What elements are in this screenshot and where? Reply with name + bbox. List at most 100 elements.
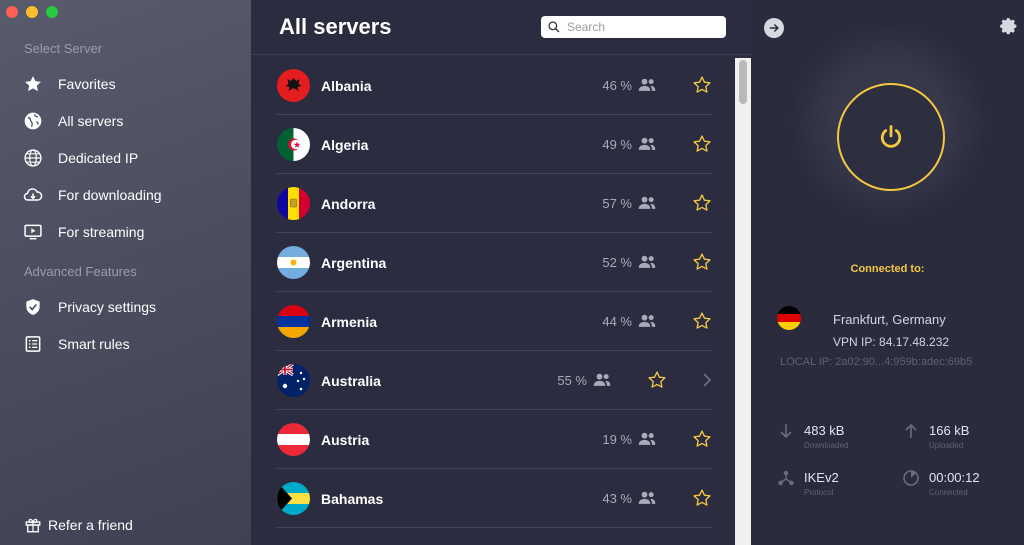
country-name: Bahamas xyxy=(321,491,384,507)
cloud-download-icon xyxy=(22,184,44,206)
argentina-flag-icon xyxy=(277,246,310,279)
users-icon xyxy=(638,78,656,91)
favorite-star-icon[interactable] xyxy=(692,488,712,508)
scrollbar-thumb[interactable] xyxy=(739,60,747,104)
server-load: 52 % xyxy=(602,255,632,270)
sidebar-item-label: Favorites xyxy=(58,76,116,92)
gear-icon[interactable] xyxy=(999,17,1019,37)
timer-icon xyxy=(903,470,919,486)
sidebar: Select Server Favorites All servers Dedi… xyxy=(0,0,251,545)
download-label: Downloaded xyxy=(804,441,849,450)
page-title: All servers xyxy=(279,14,392,39)
protocol-icon xyxy=(778,470,794,486)
connection-status: Connected to: xyxy=(850,263,925,275)
sidebar-item-smart-rules[interactable]: Smart rules xyxy=(22,333,130,355)
server-row-austria[interactable]: Austria 19 % xyxy=(277,410,712,469)
protocol-stat: IKEv2 Protocol xyxy=(777,469,887,499)
sidebar-item-all-servers[interactable]: All servers xyxy=(22,110,123,132)
germany-flag-icon xyxy=(777,306,801,330)
server-row-armenia[interactable]: Armenia 44 % xyxy=(277,292,712,351)
favorite-star-icon[interactable] xyxy=(692,429,712,449)
search-box[interactable] xyxy=(541,16,726,38)
server-load: 46 % xyxy=(602,78,632,93)
users-icon xyxy=(638,255,656,268)
tv-play-icon xyxy=(22,221,44,243)
upload-value: 166 kB xyxy=(929,423,970,438)
close-window-button[interactable] xyxy=(6,6,18,18)
bahamas-flag-icon xyxy=(277,482,310,515)
upload-stat: 166 kB Uploaded xyxy=(902,422,1012,452)
armenia-flag-icon xyxy=(277,305,310,338)
server-list: Albania 46 % Algeria 49 % Andorra 57 % A… xyxy=(277,56,712,528)
country-name: Australia xyxy=(321,373,381,389)
server-load: 49 % xyxy=(602,137,632,152)
list-scrollbar[interactable] xyxy=(735,58,751,545)
power-icon xyxy=(880,125,902,148)
minimize-window-button[interactable] xyxy=(26,6,38,18)
sidebar-item-for-downloading[interactable]: For downloading xyxy=(22,184,162,206)
list-header: All servers xyxy=(251,0,751,55)
refer-a-friend-button[interactable]: Refer a friend xyxy=(24,516,133,534)
favorite-star-icon[interactable] xyxy=(692,75,712,95)
users-icon xyxy=(638,137,656,150)
server-row-argentina[interactable]: Argentina 52 % xyxy=(277,233,712,292)
arrow-right-icon xyxy=(769,23,779,33)
server-load: 43 % xyxy=(602,491,632,506)
sidebar-item-privacy-settings[interactable]: Privacy settings xyxy=(22,296,156,318)
sidebar-item-label: Dedicated IP xyxy=(58,150,139,166)
protocol-value: IKEv2 xyxy=(804,470,839,485)
users-icon xyxy=(638,432,656,445)
dedicated-ip-icon xyxy=(22,147,44,169)
server-row-andorra[interactable]: Andorra 57 % xyxy=(277,174,712,233)
server-row-algeria[interactable]: Algeria 49 % xyxy=(277,115,712,174)
country-name: Armenia xyxy=(321,314,378,330)
server-load: 19 % xyxy=(602,432,632,447)
sidebar-item-label: For streaming xyxy=(58,224,145,240)
search-input[interactable] xyxy=(567,20,717,34)
star-icon xyxy=(22,73,44,95)
austria-flag-icon xyxy=(277,423,310,456)
server-load: 44 % xyxy=(602,314,632,329)
download-stat: 483 kB Downloaded xyxy=(777,422,887,452)
sidebar-item-favorites[interactable]: Favorites xyxy=(22,73,116,95)
server-load: 57 % xyxy=(602,196,632,211)
users-icon xyxy=(593,373,611,386)
connected-time-value: 00:00:12 xyxy=(929,470,980,485)
connected-time-stat: 00:00:12 Connected xyxy=(902,469,1012,499)
server-row-albania[interactable]: Albania 46 % xyxy=(277,56,712,115)
users-icon xyxy=(638,491,656,504)
server-row-australia[interactable]: Australia 55 % xyxy=(277,351,712,410)
sidebar-item-dedicated-ip[interactable]: Dedicated IP xyxy=(22,147,138,169)
favorite-star-icon[interactable] xyxy=(692,193,712,213)
power-button[interactable] xyxy=(837,83,945,191)
sidebar-item-label: All servers xyxy=(58,113,124,129)
refer-label: Refer a friend xyxy=(48,517,133,533)
sidebar-item-label: Privacy settings xyxy=(58,299,157,315)
country-name: Austria xyxy=(321,432,370,448)
australia-flag-icon xyxy=(277,364,310,397)
chevron-right-icon[interactable] xyxy=(702,373,712,387)
favorite-star-icon[interactable] xyxy=(692,252,712,272)
country-name: Argentina xyxy=(321,255,387,271)
andorra-flag-icon xyxy=(277,187,310,220)
server-location: Frankfurt, Germany xyxy=(833,312,946,327)
favorite-star-icon[interactable] xyxy=(647,370,667,390)
favorite-star-icon[interactable] xyxy=(692,134,712,154)
server-row-bahamas[interactable]: Bahamas 43 % xyxy=(277,469,712,528)
albania-flag-icon xyxy=(277,69,310,102)
gift-icon xyxy=(24,516,42,534)
favorite-star-icon[interactable] xyxy=(692,311,712,331)
country-name: Albania xyxy=(321,78,372,94)
sidebar-item-for-streaming[interactable]: For streaming xyxy=(22,221,144,243)
collapse-panel-button[interactable] xyxy=(764,18,784,38)
sidebar-item-label: Smart rules xyxy=(58,336,130,352)
connection-panel: Connected to: Frankfurt, Germany VPN IP:… xyxy=(751,0,1024,545)
country-name: Andorra xyxy=(321,196,376,212)
sidebar-item-label: For downloading xyxy=(58,187,162,203)
zoom-window-button[interactable] xyxy=(46,6,58,18)
arrow-down-icon xyxy=(780,424,792,439)
country-name: Algeria xyxy=(321,137,369,153)
arrow-up-icon xyxy=(905,423,917,438)
globe-icon xyxy=(22,110,44,132)
protocol-label: Protocol xyxy=(804,488,834,497)
